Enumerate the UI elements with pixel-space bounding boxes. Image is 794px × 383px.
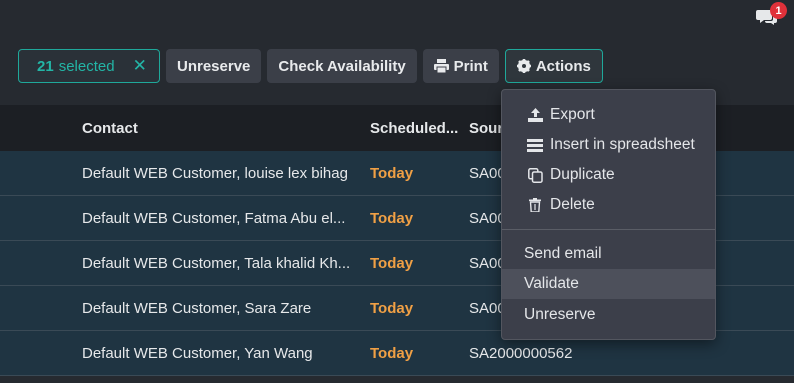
menu-item-label: Delete — [550, 196, 595, 213]
menu-item-label: Duplicate — [550, 166, 615, 183]
selected-count-button[interactable]: 21 selected ✕ — [18, 49, 160, 83]
clear-selection-icon[interactable]: ✕ — [133, 56, 147, 76]
menu-item-unreserve[interactable]: Unreserve — [502, 300, 715, 330]
list-icon — [526, 138, 544, 152]
actions-button[interactable]: Actions — [504, 49, 603, 83]
scheduled-cell: Today — [370, 254, 414, 272]
scheduled-cell: Today — [370, 344, 414, 362]
actions-dropdown-menu: Export Insert in spreadsheet Duplicate D… — [501, 89, 716, 340]
scheduled-cell: Today — [370, 299, 414, 317]
print-label: Print — [453, 57, 488, 75]
gear-icon — [516, 59, 531, 73]
contact-cell: Default WEB Customer, Fatma Abu el... — [82, 209, 346, 227]
actions-label: Actions — [535, 57, 591, 75]
unreserve-button[interactable]: Unreserve — [166, 49, 262, 83]
trash-icon — [526, 198, 544, 212]
menu-item-label: Insert in spreadsheet — [550, 136, 695, 153]
print-icon — [433, 59, 449, 73]
selected-count: 21 — [37, 57, 54, 75]
contact-cell: Default WEB Customer, Yan Wang — [82, 344, 313, 362]
upload-icon — [526, 108, 544, 122]
contact-cell: Default WEB Customer, louise lex bihag — [82, 164, 348, 182]
menu-divider — [502, 229, 715, 230]
contact-cell: Default WEB Customer, Tala khalid Kh... — [82, 254, 351, 272]
header-scheduled[interactable]: Scheduled... — [370, 105, 462, 151]
menu-item-export[interactable]: Export — [502, 100, 715, 130]
contact-cell: Default WEB Customer, Sara Zare — [82, 299, 312, 317]
selected-label: selected — [58, 57, 115, 75]
menu-item-label: Validate — [524, 275, 579, 292]
print-button[interactable]: Print — [422, 49, 499, 83]
selection-toolbar: 21 selected ✕ Unreserve Check Availabili… — [18, 49, 603, 85]
scheduled-cell: Today — [370, 209, 414, 227]
copy-icon — [526, 167, 544, 183]
menu-item-validate[interactable]: Validate — [502, 269, 715, 299]
messaging-button[interactable]: 1 — [756, 2, 787, 28]
menu-item-label: Send email — [524, 245, 602, 262]
header-contact[interactable]: Contact — [82, 105, 362, 151]
menu-item-duplicate[interactable]: Duplicate — [502, 160, 715, 190]
menu-item-label: Export — [550, 106, 595, 123]
menu-item-send-email[interactable]: Send email — [502, 239, 715, 269]
menu-item-label: Unreserve — [524, 306, 596, 323]
scheduled-cell: Today — [370, 164, 414, 182]
check-availability-button[interactable]: Check Availability — [267, 49, 417, 83]
menu-item-insert-spreadsheet[interactable]: Insert in spreadsheet — [502, 130, 715, 160]
menu-item-delete[interactable]: Delete — [502, 190, 715, 220]
notification-badge: 1 — [770, 2, 787, 19]
